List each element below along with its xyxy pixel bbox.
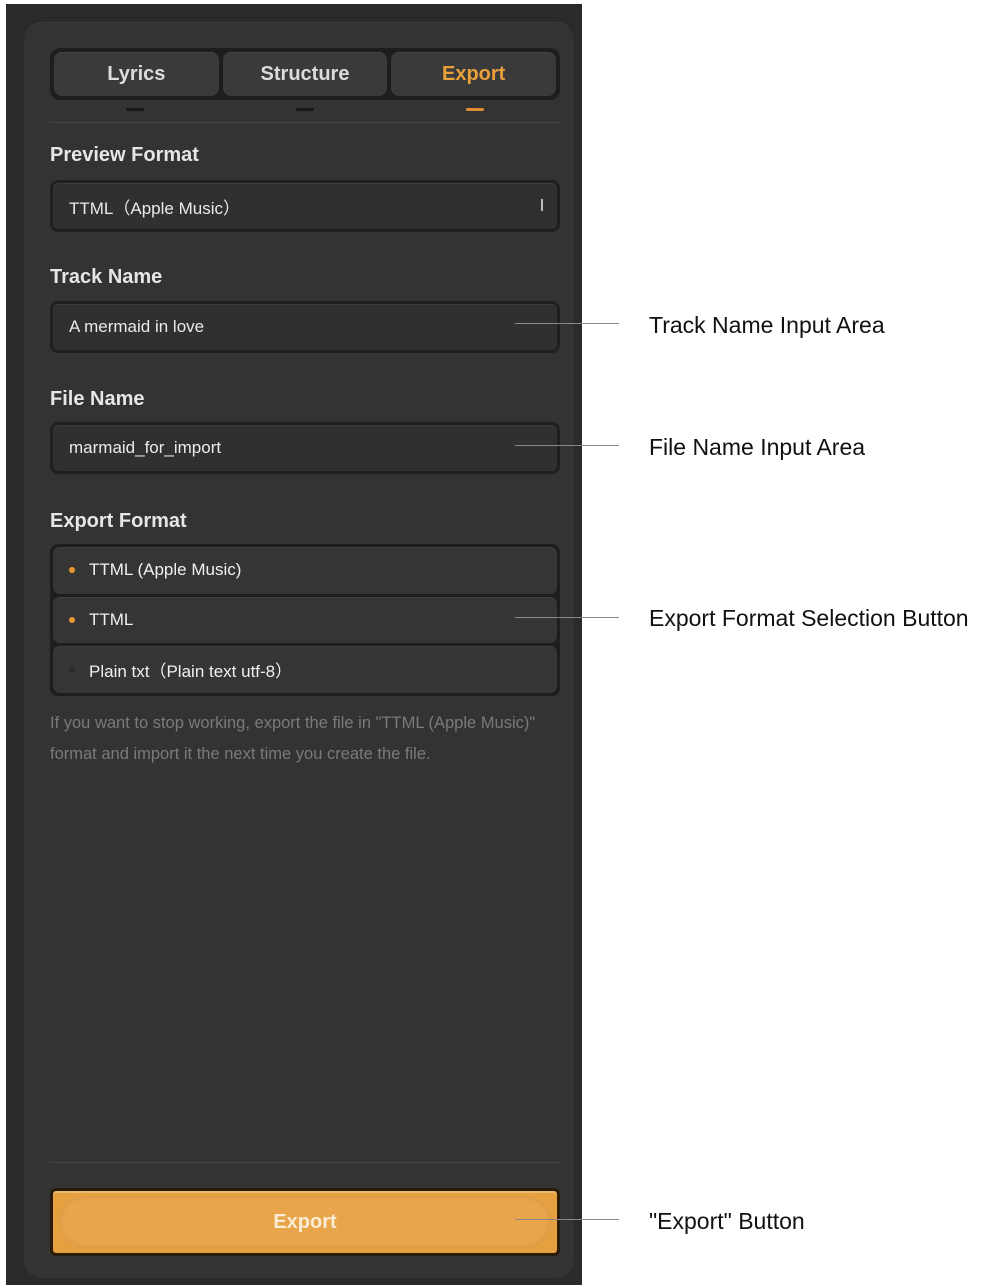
callout-track-name: Track Name Input Area (649, 312, 885, 338)
callout-export-button: "Export" Button (649, 1208, 805, 1234)
option-label: Plain txt（Plain text utf-8） (89, 662, 293, 682)
select-caret-icon (541, 199, 543, 211)
tab-structure[interactable]: Structure (222, 52, 388, 96)
unselected-dot-icon (69, 666, 75, 673)
track-name-value: A mermaid in love (69, 317, 205, 336)
tab-indicators (50, 108, 560, 116)
callout-line-file-name (515, 445, 619, 446)
track-name-input[interactable]: A mermaid in love (50, 301, 560, 353)
tab-indicator-export (390, 108, 560, 116)
file-name-value: marmaid_for_import (69, 438, 222, 457)
selected-dot-icon (69, 617, 75, 623)
tab-indicator-structure (220, 108, 390, 116)
callout-line-track-name (515, 323, 619, 324)
export-panel: Lyrics Structure Export Preview Format T… (24, 22, 574, 1278)
file-name-input[interactable]: marmaid_for_import (50, 422, 560, 474)
selected-dot-icon (69, 567, 75, 574)
callout-line-export-button (515, 1219, 619, 1220)
file-name-label: File Name (50, 388, 145, 410)
tab-bar: Lyrics Structure Export (50, 48, 560, 100)
export-button[interactable]: Export (50, 1188, 560, 1256)
export-button-label: Export (273, 1210, 337, 1233)
export-format-label: Export Format (50, 510, 187, 532)
tab-divider (50, 122, 560, 123)
preview-format-value: TTML（Apple Music） (69, 198, 240, 218)
app-window: Lyrics Structure Export Preview Format T… (6, 4, 582, 1285)
option-label: TTML (89, 610, 134, 629)
export-option-ttml-apple-music[interactable]: TTML (Apple Music) (53, 547, 557, 594)
tab-lyrics[interactable]: Lyrics (54, 52, 219, 96)
tab-indicator-lyrics (50, 108, 220, 116)
preview-format-select[interactable]: TTML（Apple Music） (50, 180, 560, 232)
callout-file-name: File Name Input Area (649, 434, 866, 460)
footer-divider (50, 1162, 560, 1163)
export-option-ttml[interactable]: TTML (53, 596, 557, 644)
preview-format-label: Preview Format (50, 144, 199, 166)
export-hint-text: If you want to stop working, export the … (50, 714, 536, 763)
export-format-options: TTML (Apple Music) TTML Plain txt（Plain … (50, 544, 560, 696)
option-label: TTML (Apple Music) (89, 560, 242, 580)
track-name-label: Track Name (50, 266, 163, 288)
export-option-plain-txt[interactable]: Plain txt（Plain text utf-8） (53, 646, 557, 694)
callout-line-export-format (515, 617, 619, 618)
tab-export[interactable]: Export (391, 52, 557, 96)
callout-export-format: Export Format Selection Button (649, 605, 969, 631)
